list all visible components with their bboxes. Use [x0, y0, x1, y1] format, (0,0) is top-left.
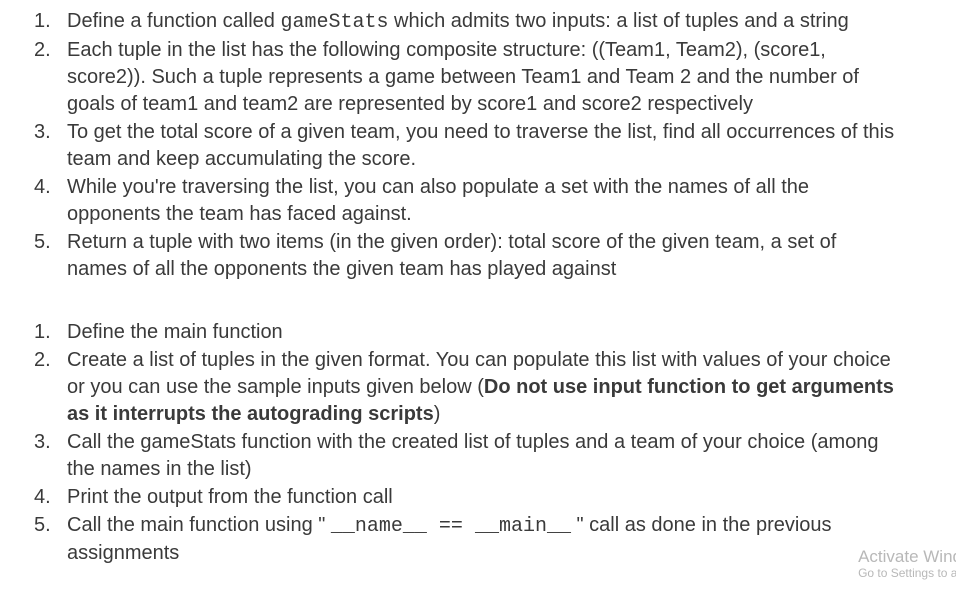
- list-item: 5. Return a tuple with two items (in the…: [30, 228, 956, 283]
- item-number: 1.: [30, 7, 67, 35]
- item-number: 2.: [30, 346, 67, 374]
- list-item: 2. Each tuple in the list has the follow…: [30, 36, 956, 118]
- item-number: 3.: [30, 118, 67, 146]
- item-number: 4.: [30, 173, 67, 201]
- item-text: Call the gameStats function with the cre…: [67, 429, 956, 483]
- item-text: Return a tuple with two items (in the gi…: [67, 229, 956, 283]
- list-item: 3. Call the gameStats function with the …: [30, 428, 956, 483]
- item-number: 5.: [30, 228, 67, 256]
- item-number: 4.: [30, 483, 67, 511]
- item-text: Create a list of tuples in the given for…: [67, 347, 956, 428]
- code-token: gameStats: [280, 11, 388, 34]
- watermark-subtitle: Go to Settings to a: [858, 567, 956, 580]
- list-item: 1. Define the main function: [30, 318, 956, 346]
- item-text: Define a function called gameStats which…: [67, 8, 904, 36]
- list-item: 5. Call the main function using " __name…: [30, 511, 956, 567]
- list-item: 1. Define a function called gameStats wh…: [30, 7, 956, 36]
- code-token: __main__: [475, 515, 571, 538]
- list-item: 2. Create a list of tuples in the given …: [30, 346, 956, 428]
- instruction-section-1: 1. Define a function called gameStats wh…: [30, 7, 956, 283]
- item-text: Each tuple in the list has the following…: [67, 37, 956, 118]
- item-text: Print the output from the function call: [67, 484, 448, 511]
- list-item: 4. While you're traversing the list, you…: [30, 173, 956, 228]
- item-number: 5.: [30, 511, 67, 539]
- item-number: 2.: [30, 36, 67, 64]
- list-item: 3. To get the total score of a given tea…: [30, 118, 956, 173]
- item-text: While you're traversing the list, you ca…: [67, 174, 956, 228]
- item-text: Call the main function using " __name__ …: [67, 512, 956, 567]
- item-number: 3.: [30, 428, 67, 456]
- instruction-section-2: 1. Define the main function 2. Create a …: [30, 318, 956, 567]
- item-text: To get the total score of a given team, …: [67, 119, 956, 173]
- item-number: 1.: [30, 318, 67, 346]
- item-text: Define the main function: [67, 319, 338, 346]
- list-item: 4. Print the output from the function ca…: [30, 483, 956, 511]
- code-token: __name__: [331, 515, 427, 538]
